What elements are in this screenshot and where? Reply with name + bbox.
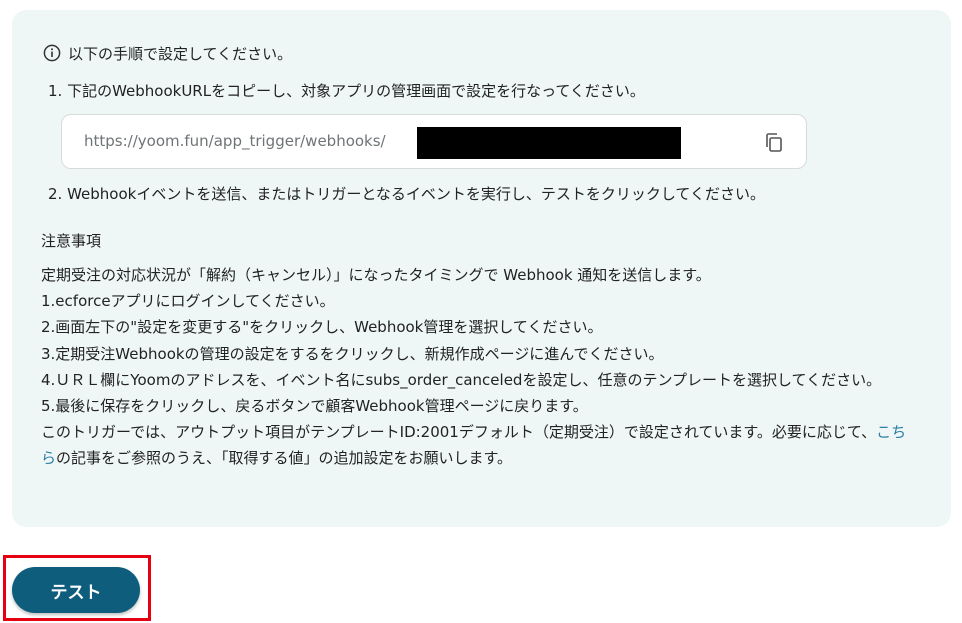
notes-line: 1.ecforceアプリにログインしてください。 bbox=[41, 292, 335, 311]
notes-title: 注意事項 bbox=[41, 232, 102, 250]
copy-icon[interactable] bbox=[762, 131, 786, 155]
instructions-header-text: 以下の手順で設定してください。 bbox=[68, 44, 293, 63]
step-2-text: 2. Webhookイベントを送信、またはトリガーとなるイベントを実行し、テスト… bbox=[48, 185, 765, 203]
notes-line: 定期受注の対応状況が「解約（キャンセル）」になったタイミングで Webhook … bbox=[41, 266, 711, 284]
notes-last-text-after: の記事をご参照のうえ、「取得する値」の追加設定をお願いします。 bbox=[56, 449, 513, 468]
notes-line: 2.画面左下の"設定を変更する"をクリックし、Webhook管理を選択してくださ… bbox=[41, 318, 603, 337]
notes-line: 3.定期受注Webhookの管理の設定をするをクリックし、新規作成ページに進んで… bbox=[41, 344, 664, 363]
notes-body: 定期受注の対応状況が「解約（キャンセル）」になったタイミングで Webhook … bbox=[41, 262, 921, 472]
redacted-url-segment bbox=[417, 127, 681, 159]
instructions-header: 以下の手順で設定してください。 bbox=[43, 42, 292, 64]
test-button[interactable]: テスト bbox=[12, 567, 140, 613]
notes-last-line: このトリガーでは、アウトプット項目がテンプレートID:2001デフォルト（定期受… bbox=[41, 419, 921, 471]
notes-line: 4.ＵＲＬ欄にYoomのアドレスを、イベント名にsubs_order_cance… bbox=[41, 370, 882, 389]
webhook-url-text[interactable]: https://yoom.fun/app_trigger/webhooks/ bbox=[84, 132, 386, 150]
webhook-url-field[interactable]: https://yoom.fun/app_trigger/webhooks/ bbox=[61, 114, 807, 169]
notes-last-text: このトリガーでは、アウトプット項目がテンプレートID:2001デフォルト（定期受… bbox=[41, 423, 877, 442]
notes-line: 5.最後に保存をクリックし、戻るボタンで顧客Webhook管理ページに戻ります。 bbox=[41, 397, 588, 416]
step-1-text: 1. 下記のWebhookURLをコピーし、対象アプリの管理画面で設定を行なって… bbox=[48, 82, 645, 100]
info-icon bbox=[43, 44, 61, 62]
